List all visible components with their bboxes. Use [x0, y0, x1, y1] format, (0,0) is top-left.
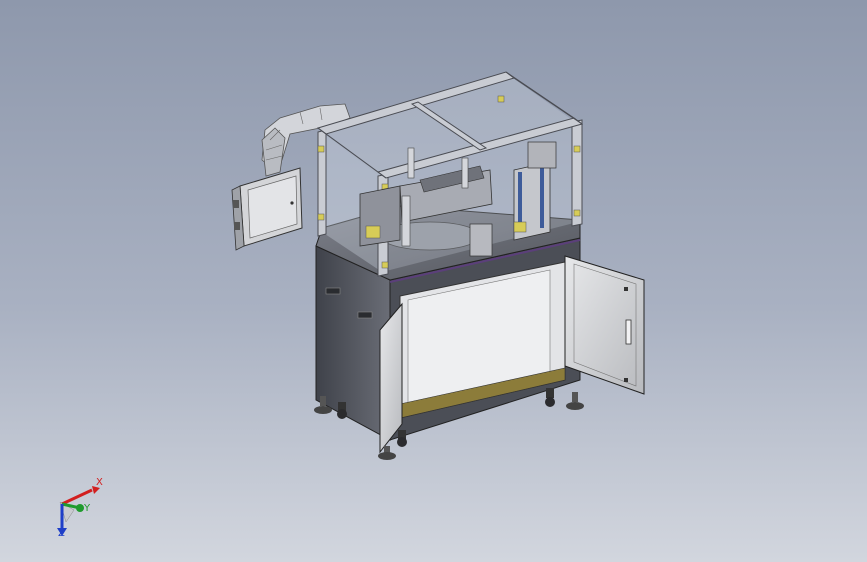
- machine-model[interactable]: [0, 0, 867, 562]
- orientation-triad[interactable]: X Y Z: [48, 474, 108, 544]
- control-box[interactable]: [231, 167, 303, 251]
- cad-viewport[interactable]: X Y Z: [0, 0, 867, 562]
- triad-axes-icon: [57, 486, 100, 536]
- leveling-foot: [566, 392, 584, 410]
- caster-wheel: [337, 402, 347, 419]
- caster-wheel: [545, 388, 555, 407]
- caster-wheel: [397, 430, 407, 447]
